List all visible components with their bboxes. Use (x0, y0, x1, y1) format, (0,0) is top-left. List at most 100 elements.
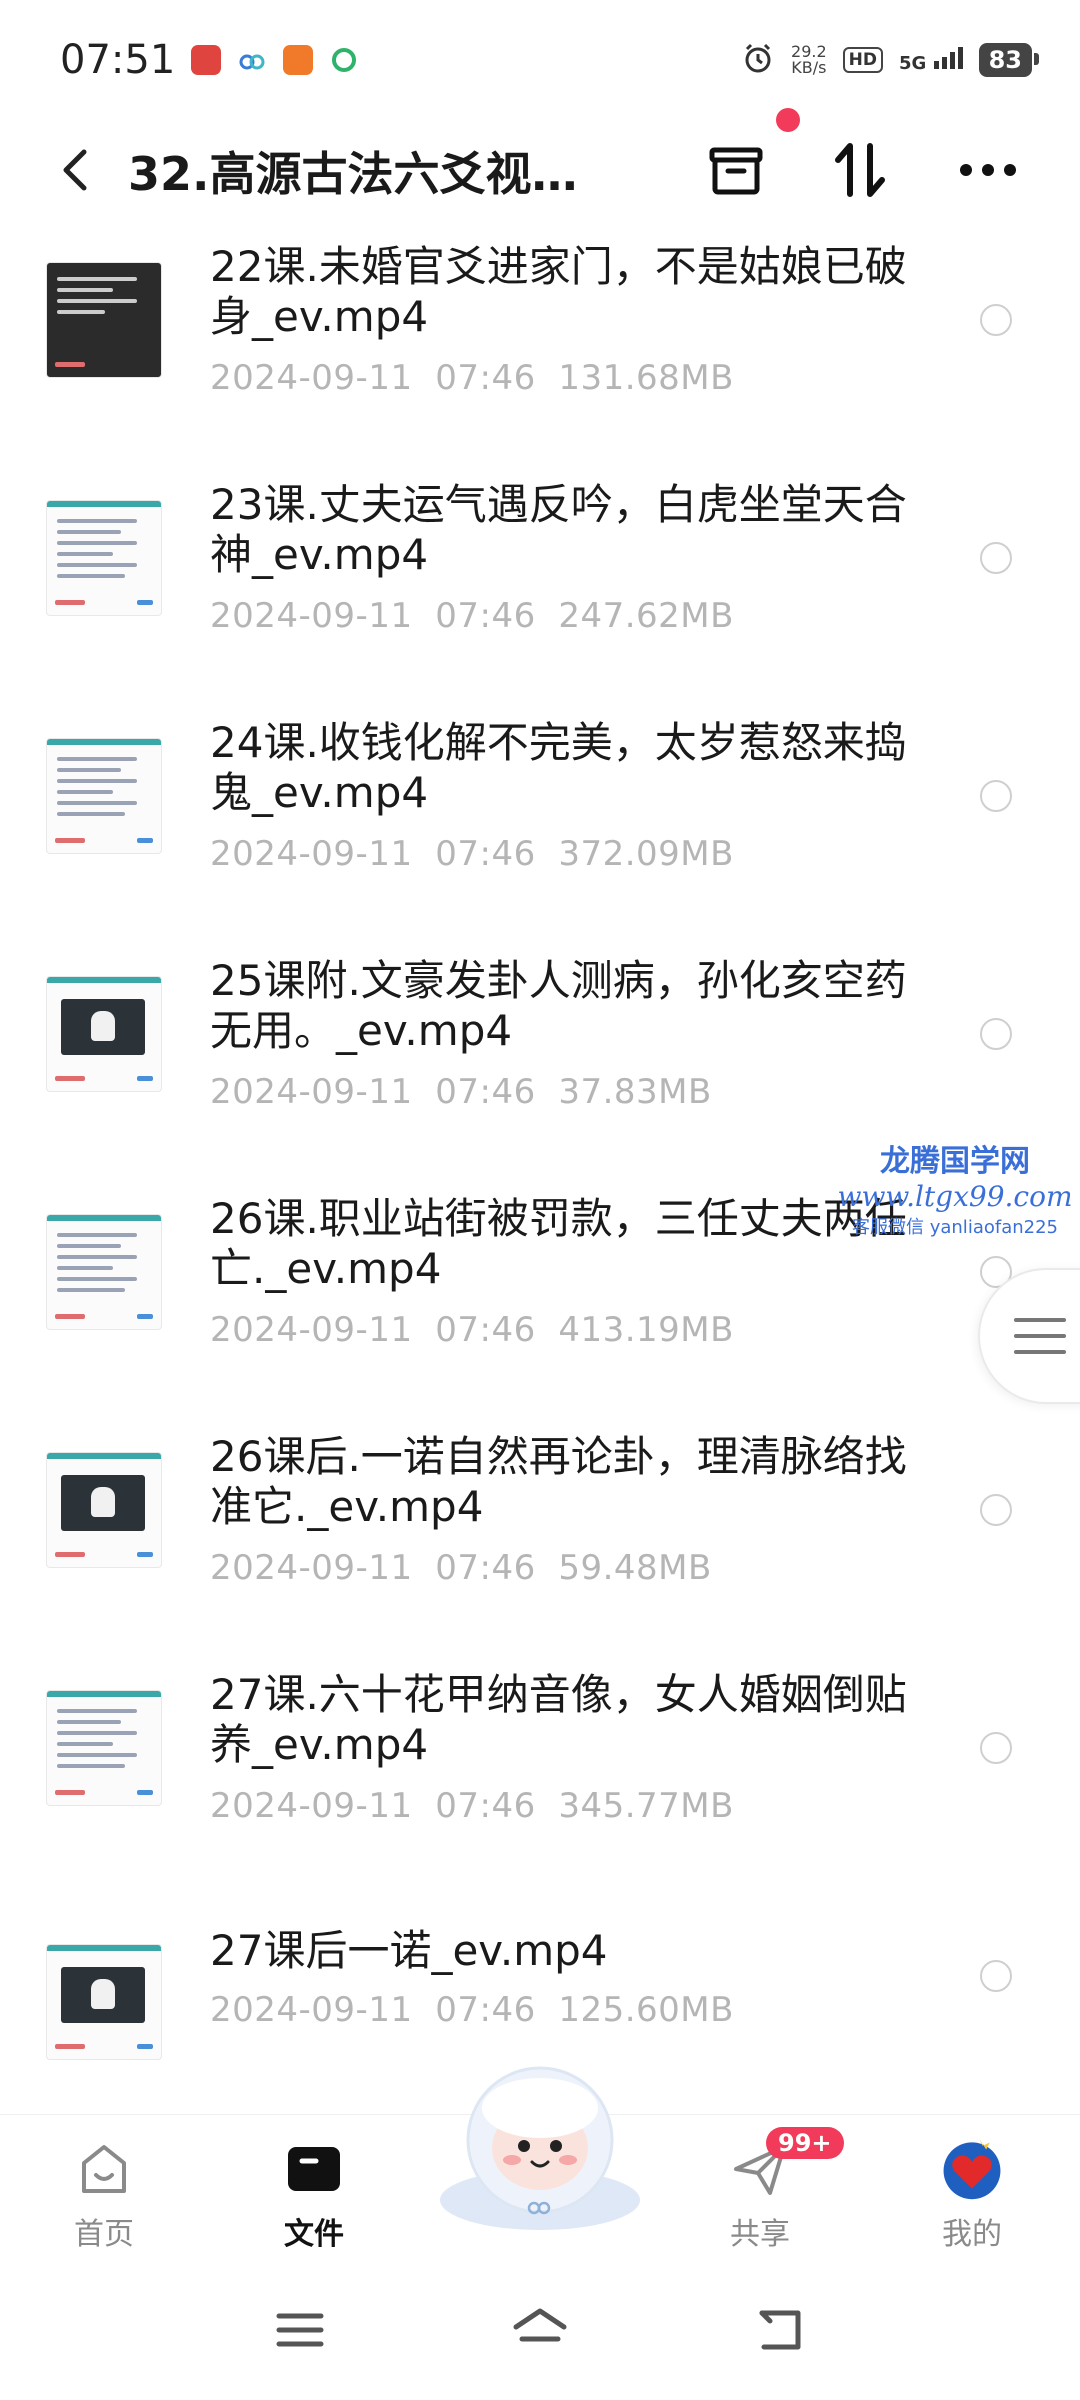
video-thumbnail (46, 500, 162, 616)
file-meta: 2024-09-11 07:46 247.62MB (210, 596, 734, 636)
file-list-item[interactable]: 22课.未婚官爻进家门，不是姑娘已破身_ev.mp4 2024-09-11 07:… (0, 238, 1080, 476)
file-size: 59.48MB (558, 1548, 712, 1588)
back-nav-icon (759, 2310, 801, 2350)
home-icon (72, 2137, 136, 2201)
file-date: 2024-09-11 (210, 1990, 413, 2030)
file-time: 07:46 (435, 1786, 536, 1826)
file-time: 07:46 (435, 834, 536, 874)
app-notification-icon (191, 45, 222, 75)
tab-share-label: 共享 (730, 2217, 790, 2252)
menu-lines-icon (1014, 1318, 1066, 1354)
file-list-item[interactable]: 27课.六十花甲纳音像，女人婚姻倒贴养_ev.mp4 2024-09-11 07:… (0, 1666, 1080, 1904)
signal-icon: 5G (899, 46, 963, 74)
select-radio-button[interactable] (980, 1494, 1012, 1526)
video-thumbnail (46, 976, 162, 1092)
file-meta: 2024-09-11 07:46 345.77MB (210, 1786, 734, 1826)
video-thumbnail (46, 1690, 162, 1806)
notification-dot (776, 108, 800, 132)
file-date: 2024-09-11 (210, 834, 413, 874)
file-size: 125.60MB (558, 1990, 734, 2030)
watermark-contact: 客服微信 yanliaofan225 (852, 1217, 1058, 1238)
sort-arrows-icon (835, 143, 885, 197)
back-button[interactable] (48, 142, 104, 198)
watermark-url: www.ltgx99.com (837, 1180, 1073, 1213)
file-size: 372.09MB (558, 834, 734, 874)
alarm-icon (741, 41, 775, 79)
tab-profile-label: 我的 (942, 2217, 1002, 2252)
file-list-item[interactable]: 23课.丈夫运气遇反吟，白虎坐堂天合神_ev.mp4 2024-09-11 07:… (0, 476, 1080, 714)
tab-files-label: 文件 (284, 2217, 344, 2252)
page-title: 32.高源古法六爻视… (128, 147, 578, 201)
orange-app-icon (283, 45, 314, 75)
tab-files[interactable]: 文件 (244, 2115, 384, 2261)
folder-icon (282, 2137, 346, 2201)
select-radio-button[interactable] (980, 542, 1012, 574)
select-radio-button[interactable] (980, 1732, 1012, 1764)
file-size: 247.62MB (558, 596, 734, 636)
file-meta: 2024-09-11 07:46 413.19MB (210, 1310, 734, 1350)
file-meta: 2024-09-11 07:46 37.83MB (210, 1072, 712, 1112)
file-size: 131.68MB (558, 358, 734, 398)
video-thumbnail (46, 1214, 162, 1330)
home-nav-icon (513, 2308, 567, 2342)
file-meta: 2024-09-11 07:46 131.68MB (210, 358, 734, 398)
file-meta: 2024-09-11 07:46 125.60MB (210, 1990, 734, 2030)
avatar-heart-icon (940, 2137, 1004, 2201)
select-radio-button[interactable] (980, 780, 1012, 812)
watermark: 龙腾国学网 www.ltgx99.com 客服微信 yanliaofan225 (830, 1136, 1080, 1239)
file-name: 27课后一诺_ev.mp4 (210, 1926, 608, 1975)
watermark-site-name: 龙腾国学网 (880, 1144, 1030, 1179)
more-options-button[interactable] (956, 138, 1020, 202)
battery-indicator: 83 (978, 43, 1040, 77)
select-radio-button[interactable] (980, 1960, 1012, 1992)
file-name: 26课.职业站街被罚款，三任丈夫两任亡._ev.mp4 (210, 1194, 907, 1293)
share-badge: 99+ (766, 2127, 844, 2159)
archive-box-icon (709, 147, 763, 195)
recents-icon (276, 2313, 324, 2347)
file-name: 27课.六十花甲纳音像，女人婚姻倒贴养_ev.mp4 (210, 1670, 907, 1769)
file-name: 22课.未婚官爻进家门，不是姑娘已破身_ev.mp4 (210, 242, 907, 341)
file-time: 07:46 (435, 1072, 536, 1112)
back-nav-button[interactable] (745, 2300, 815, 2360)
assistant-mascot-button[interactable] (432, 2050, 648, 2234)
file-date: 2024-09-11 (210, 1548, 413, 1588)
sort-button[interactable] (828, 138, 892, 202)
archive-button[interactable] (704, 138, 768, 202)
tab-home-label: 首页 (74, 2217, 134, 2252)
file-size: 345.77MB (558, 1786, 734, 1826)
status-left: 07:51 (60, 37, 359, 83)
file-name: 26课后.一诺自然再论卦，理清脉络找准它._ev.mp4 (210, 1432, 907, 1531)
file-name: 25课附.文豪发卦人测病，孙化亥空药无用。_ev.mp4 (210, 956, 907, 1055)
file-time: 07:46 (435, 1310, 536, 1350)
hd-badge: HD (842, 47, 883, 73)
tab-share[interactable]: 99+ 共享 (690, 2115, 844, 2261)
chevron-left-icon (63, 149, 87, 191)
file-size: 413.19MB (558, 1310, 734, 1350)
file-time: 07:46 (435, 1990, 536, 2030)
video-thumbnail (46, 1944, 162, 2060)
more-dots-icon (960, 164, 1016, 176)
system-navigation-bar (0, 2260, 1080, 2400)
select-radio-button[interactable] (980, 1018, 1012, 1050)
video-thumbnail (46, 262, 162, 378)
tab-profile[interactable]: 我的 (902, 2115, 1042, 2261)
speed-unit: KB/s (791, 58, 827, 77)
status-time: 07:51 (60, 37, 176, 83)
select-radio-button[interactable] (980, 304, 1012, 336)
home-nav-button[interactable] (505, 2300, 575, 2360)
file-list-item[interactable]: 24课.收钱化解不完美，太岁惹怒来捣鬼_ev.mp4 2024-09-11 07:… (0, 714, 1080, 952)
file-time: 07:46 (435, 596, 536, 636)
file-date: 2024-09-11 (210, 358, 413, 398)
file-list-item[interactable]: 26课后.一诺自然再论卦，理清脉络找准它._ev.mp4 2024-09-11 0… (0, 1428, 1080, 1666)
video-thumbnail (46, 1452, 162, 1568)
file-size: 37.83MB (558, 1072, 712, 1112)
recent-apps-button[interactable] (265, 2300, 335, 2360)
mascot-icon (440, 2066, 640, 2230)
file-time: 07:46 (435, 1548, 536, 1588)
file-date: 2024-09-11 (210, 596, 413, 636)
tab-home[interactable]: 首页 (34, 2115, 174, 2261)
green-app-icon (329, 45, 359, 75)
file-name: 23课.丈夫运气遇反吟，白虎坐堂天合神_ev.mp4 (210, 480, 907, 579)
video-thumbnail (46, 738, 162, 854)
network-type: 5G (899, 52, 927, 74)
